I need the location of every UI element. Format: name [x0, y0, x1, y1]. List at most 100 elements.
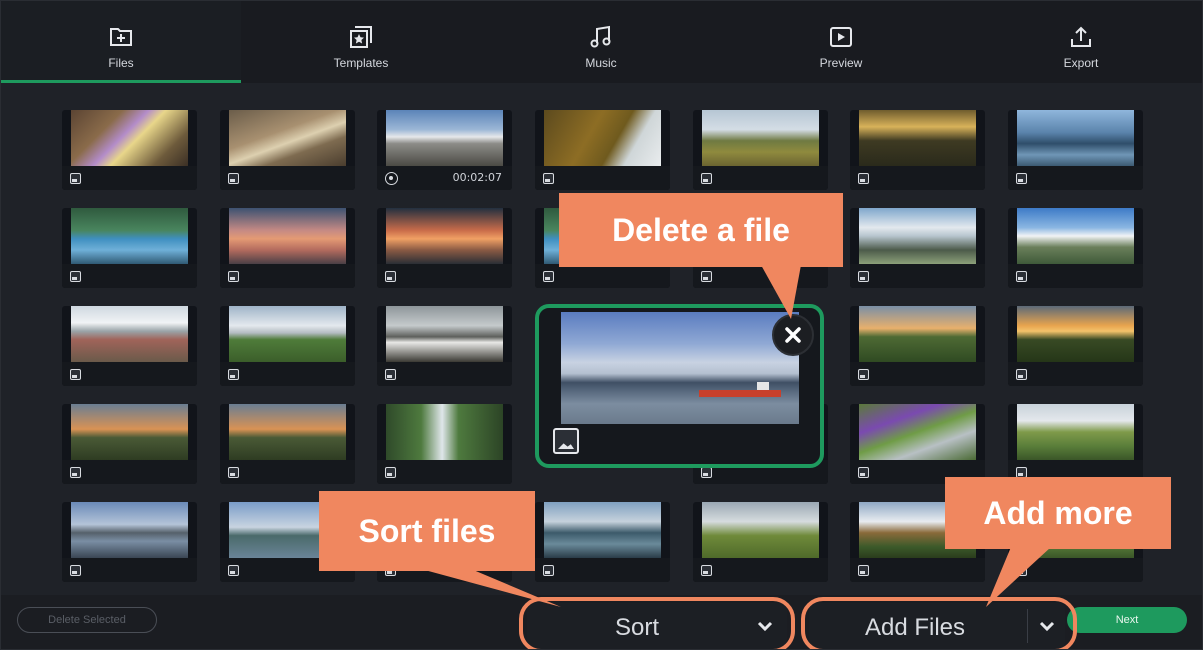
- thumbnail-image: [859, 306, 976, 362]
- tab-files-label: Files: [108, 56, 134, 70]
- media-thumbnail[interactable]: [220, 404, 355, 484]
- thumbnail-image: [386, 404, 503, 460]
- thumbnail-image: [229, 306, 346, 362]
- delete-selected-button[interactable]: Delete Selected: [17, 607, 157, 633]
- files-add-icon: [110, 28, 132, 46]
- image-file-icon: [70, 173, 81, 184]
- ship-cabin-shape: [757, 382, 769, 390]
- media-thumbnail[interactable]: [850, 110, 985, 190]
- thumbnail-image: [544, 110, 661, 166]
- media-thumbnail[interactable]: [1008, 110, 1143, 190]
- divider: [1027, 609, 1028, 643]
- media-thumbnail[interactable]: [1008, 208, 1143, 288]
- image-file-icon: [70, 565, 81, 576]
- image-file-icon: [701, 173, 712, 184]
- media-thumbnail[interactable]: [220, 110, 355, 190]
- tab-preview-label: Preview: [819, 56, 863, 70]
- thumbnail-image: [859, 208, 976, 264]
- chevron-down-icon[interactable]: [1039, 620, 1055, 632]
- close-icon: [785, 327, 801, 343]
- selected-thumbnail-image: [561, 312, 799, 424]
- thumbnail-image: [859, 404, 976, 460]
- thumbnail-image: [544, 502, 661, 558]
- thumbnail-image: [1017, 208, 1134, 264]
- image-file-icon: [70, 271, 81, 282]
- video-file-icon: [385, 172, 398, 185]
- image-file-icon: [701, 271, 712, 282]
- tab-files[interactable]: Files: [1, 1, 241, 83]
- media-thumbnail[interactable]: [850, 208, 985, 288]
- media-thumbnail[interactable]: [693, 110, 828, 190]
- media-thumbnail[interactable]: [62, 110, 197, 190]
- media-thumbnail[interactable]: [1008, 306, 1143, 386]
- image-file-icon: [858, 271, 869, 282]
- image-file-icon: [228, 369, 239, 380]
- media-thumbnail[interactable]: [377, 404, 512, 484]
- thumbnail-image: [386, 110, 503, 166]
- sort-label: Sort: [614, 614, 659, 641]
- tab-preview[interactable]: Preview: [721, 1, 961, 83]
- media-thumbnail[interactable]: [62, 208, 197, 288]
- image-file-icon: [385, 369, 396, 380]
- thumbnail-image: [71, 306, 188, 362]
- media-thumbnail[interactable]: 00:02:07: [377, 110, 512, 190]
- play-preview-icon: [830, 27, 852, 47]
- thumbnail-image: [859, 110, 976, 166]
- media-thumbnail[interactable]: [62, 306, 197, 386]
- thumbnail-image: [1017, 306, 1134, 362]
- image-file-icon: [70, 369, 81, 380]
- media-thumbnail[interactable]: [220, 208, 355, 288]
- image-file-icon: [1016, 271, 1027, 282]
- tab-music[interactable]: Music: [481, 1, 721, 83]
- media-thumbnail[interactable]: [377, 208, 512, 288]
- media-thumbnail[interactable]: [220, 306, 355, 386]
- media-thumbnail[interactable]: [62, 502, 197, 582]
- video-duration: 00:02:07: [452, 171, 502, 184]
- media-thumbnail[interactable]: [535, 502, 670, 582]
- media-thumbnail[interactable]: [62, 404, 197, 484]
- image-file-icon: [858, 173, 869, 184]
- thumbnail-image: [229, 404, 346, 460]
- delete-file-button[interactable]: [772, 314, 814, 356]
- delete-file-callout: Delete a file: [559, 193, 843, 267]
- thumbnail-image: [71, 110, 188, 166]
- media-editor-window: Files Templates Music Preview Export 00:…: [0, 0, 1203, 650]
- music-note-icon: [590, 25, 611, 48]
- tab-templates[interactable]: Templates: [241, 1, 481, 83]
- media-thumbnail[interactable]: [850, 404, 985, 484]
- image-file-icon: [701, 467, 712, 478]
- image-file-icon: [385, 271, 396, 282]
- thumbnail-image: [1017, 404, 1134, 460]
- thumbnail-image: [71, 502, 188, 558]
- image-file-icon: [228, 565, 239, 576]
- next-button[interactable]: Next: [1067, 607, 1187, 633]
- image-file-icon: [1016, 173, 1027, 184]
- image-file-icon: [858, 369, 869, 380]
- image-file-icon: [543, 271, 554, 282]
- export-upload-icon: [1071, 26, 1091, 47]
- tab-export-label: Export: [1063, 56, 1099, 70]
- image-file-icon: [228, 271, 239, 282]
- image-file-icon: [1016, 369, 1027, 380]
- image-file-icon: [543, 173, 554, 184]
- media-thumbnail[interactable]: [850, 306, 985, 386]
- image-file-icon: [543, 565, 554, 576]
- media-thumbnail[interactable]: [1008, 404, 1143, 484]
- add-files-button[interactable]: Add Files: [809, 603, 1065, 649]
- tab-templates-label: Templates: [333, 56, 389, 70]
- thumbnail-image: [386, 306, 503, 362]
- media-thumbnail[interactable]: [535, 110, 670, 190]
- media-thumbnail[interactable]: [377, 306, 512, 386]
- thumbnail-image: [71, 208, 188, 264]
- image-file-icon: [701, 565, 712, 576]
- image-file-icon: [70, 467, 81, 478]
- thumbnail-image: [702, 110, 819, 166]
- sort-button[interactable]: Sort: [527, 603, 787, 649]
- image-file-icon: [228, 467, 239, 478]
- tab-export[interactable]: Export: [961, 1, 1201, 83]
- thumbnail-image: [229, 110, 346, 166]
- media-thumbnail[interactable]: [693, 502, 828, 582]
- thumbnail-image: [229, 208, 346, 264]
- ship-shape: [699, 390, 781, 397]
- chevron-down-icon: [757, 621, 773, 632]
